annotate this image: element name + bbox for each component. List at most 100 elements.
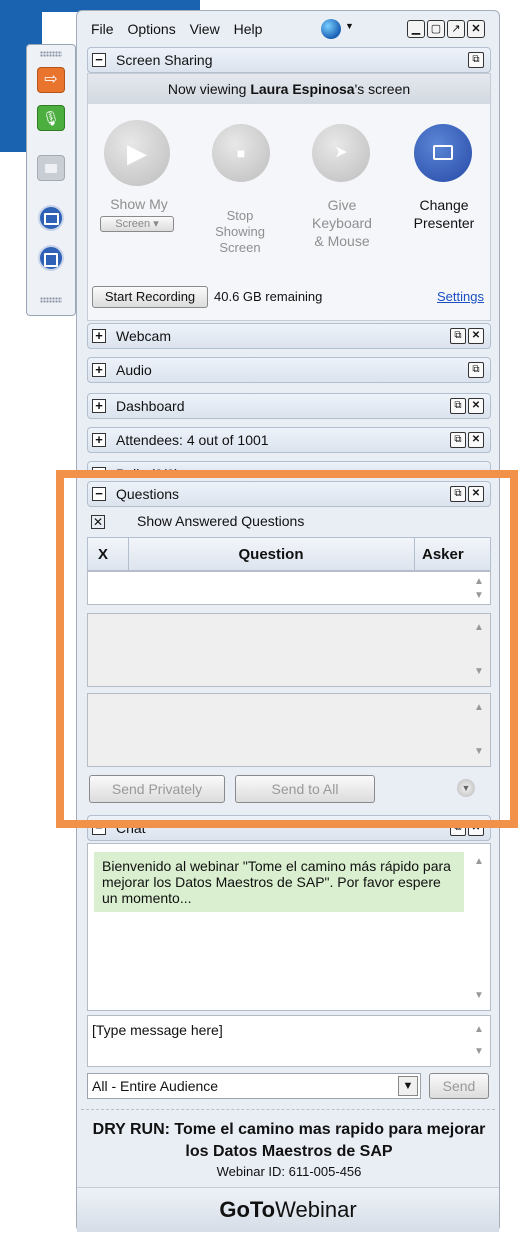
collapse-icon[interactable]: −	[92, 487, 106, 501]
questions-list[interactable]: ▲ ▼	[87, 571, 491, 605]
microphone-button[interactable]: 🎙	[37, 105, 65, 131]
chevron-down-icon[interactable]: ▼	[345, 21, 354, 31]
close-icon[interactable]: ✕	[468, 486, 484, 502]
scroll-down-icon[interactable]: ▼	[472, 666, 486, 677]
footer-divider	[81, 1109, 495, 1111]
send-privately-button[interactable]: Send Privately	[89, 775, 225, 803]
expand-icon[interactable]: +	[92, 399, 106, 413]
scroll-down-icon[interactable]: ▼	[472, 990, 486, 1001]
dashboard-panel-header[interactable]: + Dashboard ⧉ ✕	[87, 393, 491, 419]
expand-icon[interactable]: +	[92, 467, 106, 474]
menu-file[interactable]: File	[91, 21, 114, 37]
popout-icon[interactable]: ⧉	[450, 432, 466, 448]
webcam-button[interactable]	[37, 155, 65, 181]
screen-sharing-header[interactable]: − Screen Sharing ⧉	[87, 47, 491, 73]
give-line-1: Give	[327, 197, 357, 213]
brand-light: Webinar	[275, 1197, 357, 1222]
give-line-3: & Mouse	[314, 233, 370, 249]
show-my-screen-button[interactable]: ▶	[104, 120, 170, 186]
menu-view[interactable]: View	[190, 21, 220, 37]
polls-panel-header[interactable]: + Polls (0/0)	[87, 461, 491, 475]
close-icon[interactable]: ✕	[468, 398, 484, 414]
popout-button[interactable]: ↗	[447, 20, 465, 38]
give-line-2: Keyboard	[312, 215, 372, 231]
monitor-icon	[43, 213, 59, 225]
popout-icon[interactable]: ⧉	[450, 820, 466, 836]
give-keyboard-button[interactable]: ➤	[312, 124, 370, 182]
collapse-arrow-button[interactable]: ⇨	[37, 67, 65, 93]
options-dropdown-icon[interactable]: ▼	[457, 779, 475, 797]
popout-icon[interactable]: ⧉	[450, 486, 466, 502]
expand-icon[interactable]: +	[92, 329, 106, 343]
popout-icon[interactable]: ⧉	[468, 52, 484, 68]
chat-message-input[interactable]: [Type message here] ▲ ▼	[87, 1015, 491, 1067]
webcam-panel-header[interactable]: + Webcam ⧉ ✕	[87, 323, 491, 349]
scroll-down-icon[interactable]: ▼	[472, 590, 486, 601]
close-icon[interactable]: ✕	[468, 820, 484, 836]
cursor-icon: ➤	[334, 144, 348, 161]
chat-title: Chat	[116, 820, 146, 836]
webinar-id: Webinar ID: 611-005-456	[216, 1164, 362, 1179]
start-recording-button[interactable]: Start Recording	[92, 286, 208, 308]
chat-input-placeholder: [Type message here]	[92, 1022, 223, 1038]
scroll-up-icon[interactable]: ▲	[472, 1024, 486, 1035]
close-window-button[interactable]: ✕	[467, 20, 485, 38]
audio-panel-header[interactable]: + Audio ⧉	[87, 357, 491, 383]
collapse-icon[interactable]: −	[92, 53, 106, 67]
expand-icon[interactable]: +	[92, 363, 106, 377]
show-answered-checkbox[interactable]: ✕	[91, 515, 105, 529]
answer-input[interactable]: ▲ ▼	[87, 693, 491, 767]
change-presenter-button[interactable]	[414, 124, 472, 182]
stop-icon: ■	[236, 145, 246, 161]
menu-options[interactable]: Options	[127, 21, 175, 37]
collapse-icon[interactable]: −	[92, 821, 106, 835]
viewing-suffix: 's screen	[354, 81, 411, 97]
stop-showing-button[interactable]: ■	[212, 124, 270, 182]
restore-button[interactable]: ▢	[427, 20, 445, 38]
scroll-down-icon[interactable]: ▼	[472, 746, 486, 757]
screen-share-button[interactable]	[38, 205, 64, 231]
scroll-up-icon[interactable]: ▲	[472, 576, 486, 587]
brand-bar: GoToWebinar	[77, 1187, 499, 1232]
audience-select[interactable]: All - Entire Audience ▼	[87, 1073, 421, 1099]
scroll-up-icon[interactable]: ▲	[472, 622, 486, 633]
menu-help[interactable]: Help	[234, 21, 263, 37]
stop-showing-label: Stop Showing Screen	[200, 208, 280, 256]
control-toolbar: ⇨ 🎙	[26, 44, 76, 316]
presenter-monitor-icon	[433, 145, 453, 160]
screen-select[interactable]: Screen ▾	[100, 216, 174, 232]
attendees-title: Attendees: 4 out of 1001	[116, 432, 269, 448]
attendees-panel-header[interactable]: + Attendees: 4 out of 1001 ⧉ ✕	[87, 427, 491, 453]
presenter-name: Laura Espinosa	[250, 81, 355, 97]
fullscreen-button[interactable]	[38, 245, 64, 271]
question-detail-area: ▲ ▼	[87, 613, 491, 687]
camera-icon	[45, 164, 57, 173]
scroll-up-icon[interactable]: ▲	[472, 702, 486, 713]
column-question[interactable]: Question	[128, 546, 414, 563]
minimize-button[interactable]: ▁	[407, 20, 425, 38]
polls-title: Polls (0/0)	[116, 466, 180, 475]
dashboard-title: Dashboard	[116, 398, 185, 414]
popout-icon[interactable]: ⧉	[468, 362, 484, 378]
toolbar-grip-bottom[interactable]	[40, 297, 62, 303]
expand-icon[interactable]: +	[92, 433, 106, 447]
viewing-prefix: Now viewing	[167, 81, 251, 97]
settings-link[interactable]: Settings	[437, 289, 484, 304]
questions-panel-header[interactable]: − Questions ⧉ ✕	[87, 481, 491, 507]
column-asker[interactable]: Asker	[422, 546, 464, 563]
send-button[interactable]: Send	[429, 1073, 489, 1099]
send-to-all-button[interactable]: Send to All	[235, 775, 375, 803]
popout-icon[interactable]: ⧉	[450, 398, 466, 414]
popout-icon[interactable]: ⧉	[450, 328, 466, 344]
close-icon[interactable]: ✕	[468, 432, 484, 448]
chat-panel-header[interactable]: − Chat ⧉ ✕	[87, 815, 491, 841]
globe-icon[interactable]	[321, 19, 341, 39]
toolbar-grip-top[interactable]	[40, 51, 62, 57]
close-icon[interactable]: ✕	[468, 328, 484, 344]
change-line-1: Change	[419, 197, 469, 213]
chevron-down-icon[interactable]: ▼	[398, 1076, 418, 1096]
scroll-up-icon[interactable]: ▲	[472, 856, 486, 867]
audience-select-value: All - Entire Audience	[92, 1078, 219, 1094]
scroll-down-icon[interactable]: ▼	[472, 1046, 486, 1057]
column-x[interactable]: X	[98, 546, 108, 563]
